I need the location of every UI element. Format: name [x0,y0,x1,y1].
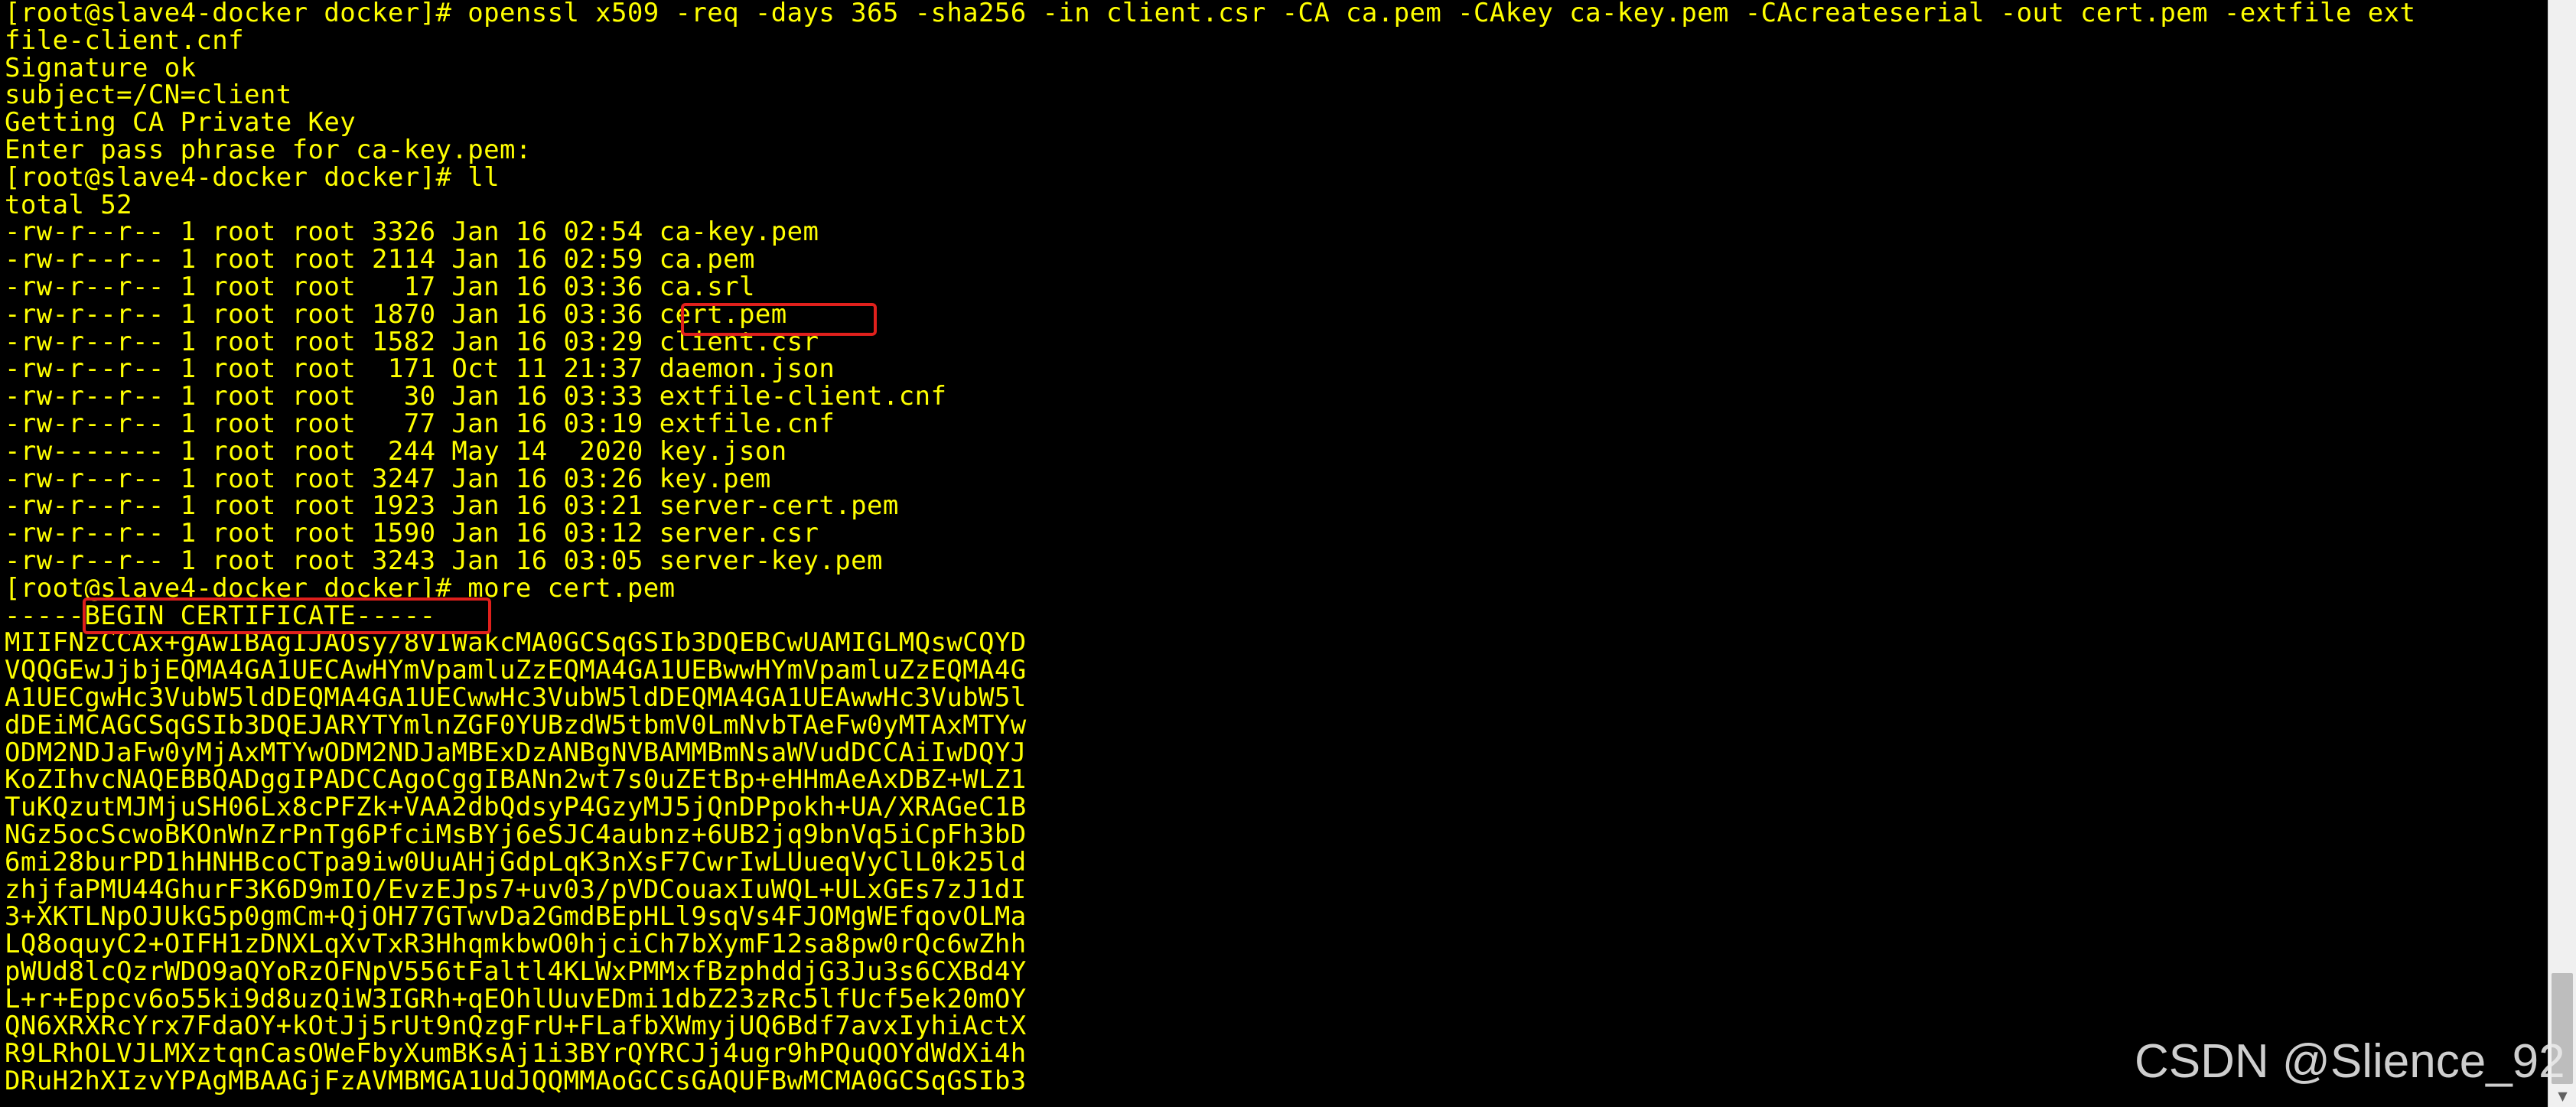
file-listing-row: -rw-r--r-- 1 root root 3326 Jan 16 02:54… [5,217,819,248]
certificate-data-line: MIIFNzCCAx+gAwIBAgIJAOsy/8VIWakcMA0GCSqG… [5,627,1027,659]
command-line-wrap: file-client.cnf [5,24,245,56]
file-listing-row: -rw-r--r-- 1 root root 3247 Jan 16 03:26… [5,463,771,494]
command-line-openssl: [root@slave4-docker docker]# openssl x50… [5,0,2416,28]
certificate-data-line: dDEiMCAGCSqGSIb3DQEJARYTYmlnZGF0YUBzdW5t… [5,709,1027,741]
certificate-data-line: ODM2NDJaFw0yMjAxMTYwODM2NDJaMBExDzANBgNV… [5,737,1027,768]
certificate-data-line: LQ8oquyC2+OIFH1zDNXLqXvTxR3HhqmkbwO0hjci… [5,929,1027,960]
file-listing-row: -rw------- 1 root root 244 May 14 2020 k… [5,435,787,467]
certificate-data-line: L+r+Eppcv6o55ki9d8uzQiW3IGRh+qEOhlUuvEDm… [5,983,1027,1014]
file-listing-row: -rw-r--r-- 1 root root 1582 Jan 16 03:29… [5,326,819,357]
certificate-data-line: KoZIhvcNAQEBBQADggIPADCCAgoCggIBANn2wt7s… [5,764,1027,796]
certificate-begin-line: -----BEGIN CERTIFICATE----- [5,600,436,631]
certificate-data-line: QN6XRXRcYrx7FdaOY+kOtJj5rUt9nQzgFrU+FLaf… [5,1011,1027,1042]
scroll-down-arrow-icon[interactable]: ▼ [2548,1086,2576,1107]
output-line: subject=/CN=client [5,80,292,111]
certificate-data-line: 6mi28burPD1hHNHBcoCTpa9iw0UuAHjGdpLqK3nX… [5,846,1027,877]
certificate-data-line: R9LRhOLVJLMXztqnCasOWeFbyXumBKsAj1i3BYrQ… [5,1038,1027,1070]
vertical-scrollbar[interactable]: ▼ [2548,0,2576,1107]
output-line: Enter pass phrase for ca-key.pem: [5,134,532,165]
certificate-data-line: A1UECgwHc3VubW5ldDEQMA4GA1UECwwHc3VubW5l… [5,682,1027,713]
file-listing-row: -rw-r--r-- 1 root root 30 Jan 16 03:33 e… [5,381,947,412]
certificate-data-line: DRuH2hXIzvYPAgMBAAGjFzAVMBMGA1UdJQQMMAoG… [5,1066,1027,1097]
command-line-ll: [root@slave4-docker docker]# ll [5,161,500,193]
output-line: total 52 [5,189,132,220]
file-listing-row: -rw-r--r-- 1 root root 77 Jan 16 03:19 e… [5,408,835,439]
command-line-more: [root@slave4-docker docker]# more cert.p… [5,572,676,604]
certificate-data-line: 3+XKTLNpOJUkG5p0gmCm+QjOH77GTwvDa2GmdBEp… [5,901,1027,933]
file-listing-row: -rw-r--r-- 1 root root 1590 Jan 16 03:12… [5,518,819,549]
terminal-output: [root@slave4-docker docker]# openssl x50… [5,0,2415,1096]
terminal-window[interactable]: [root@slave4-docker docker]# openssl x50… [0,0,2548,1107]
file-listing-row: -rw-r--r-- 1 root root 2114 Jan 16 02:59… [5,244,755,275]
file-listing-row-cert: -rw-r--r-- 1 root root 1870 Jan 16 03:36… [5,298,787,330]
certificate-data-line: zhjfaPMU44GhurF3K6D9mIO/EvzEJps7+uv03/pV… [5,874,1027,905]
output-line: Signature ok [5,52,197,83]
certificate-data-line: pWUd8lcQzrWDO9aQYoRzOFNpV556tFaltl4KLWxP… [5,956,1027,987]
file-listing-row: -rw-r--r-- 1 root root 171 Oct 11 21:37 … [5,353,835,385]
output-line: Getting CA Private Key [5,107,357,138]
certificate-data-line: TuKQzutMJMjuSH06Lx8cPFZk+VAA2dbQdsyP4Gzy… [5,792,1027,823]
certificate-data-line: VQQGEwJjbjEQMA4GA1UECAwHYmVpamluZzEQMA4G… [5,655,1027,686]
file-listing-row: -rw-r--r-- 1 root root 1923 Jan 16 03:21… [5,490,899,522]
file-listing-row: -rw-r--r-- 1 root root 17 Jan 16 03:36 c… [5,271,755,302]
certificate-data-line: NGz5ocScwoBKOnWnZrPnTg6PfciMsBYj6eSJC4au… [5,819,1027,850]
watermark: CSDN @Slience_92 [2135,1035,2565,1088]
file-listing-row: -rw-r--r-- 1 root root 3243 Jan 16 03:05… [5,545,883,576]
